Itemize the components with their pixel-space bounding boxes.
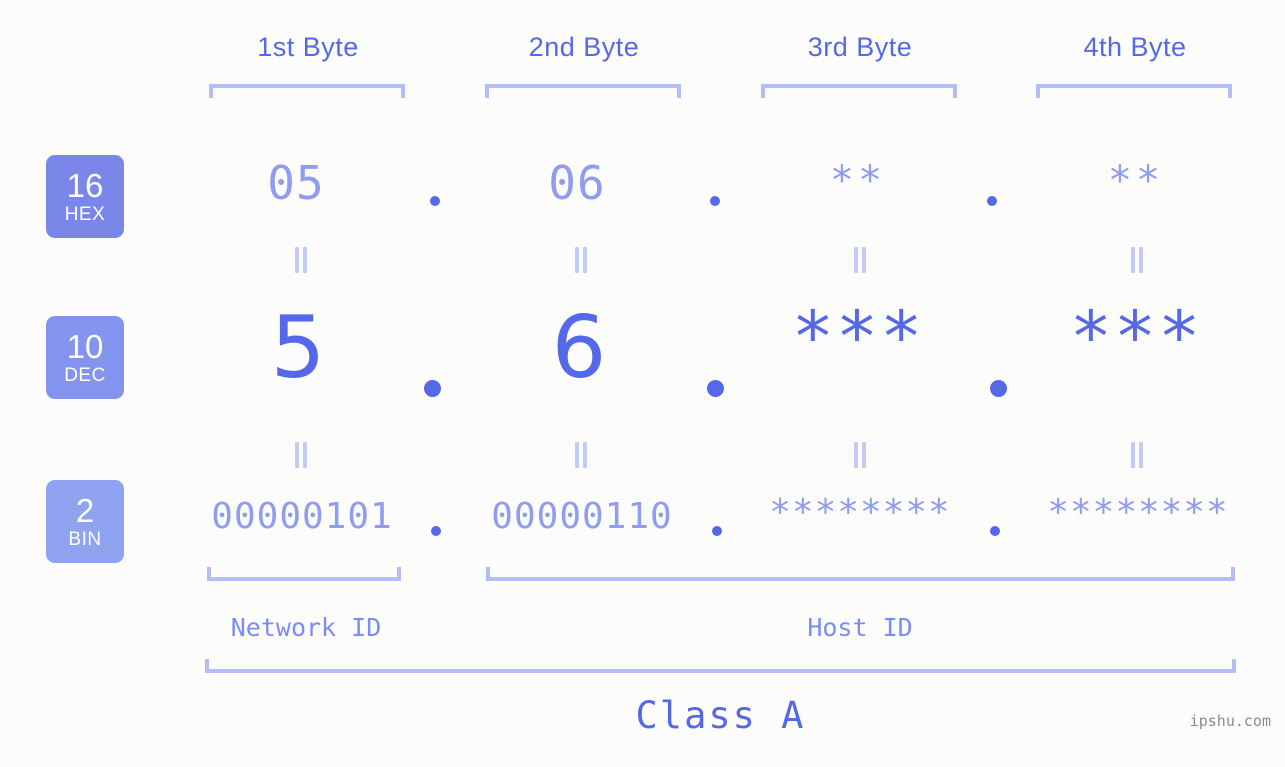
bin-byte-4-value: ******** bbox=[1047, 492, 1229, 533]
base-badge-dec-number: 10 bbox=[66, 328, 104, 365]
byte-bracket-1 bbox=[209, 84, 405, 98]
equals-mark-dec-bin-3 bbox=[851, 442, 869, 468]
dec-separator-dot-3 bbox=[990, 380, 1007, 397]
base-badge-hex-name: HEX bbox=[64, 204, 106, 225]
hex-byte-4-value: ** bbox=[1107, 158, 1165, 204]
equals-mark-dec-bin-1 bbox=[292, 442, 310, 468]
hex-byte-2-value: 06 bbox=[548, 156, 606, 210]
dec-byte-1-value: 5 bbox=[270, 298, 326, 398]
base-badge-dec: 10 DEC bbox=[46, 316, 124, 399]
base-badge-bin-name: BIN bbox=[68, 529, 102, 550]
equals-mark-dec-bin-2 bbox=[572, 442, 590, 468]
dec-byte-2-value: 6 bbox=[551, 298, 607, 398]
base-badge-bin-number: 2 bbox=[75, 492, 95, 529]
network-id-label: Network ID bbox=[230, 613, 382, 642]
equals-mark-hex-dec-3 bbox=[851, 247, 869, 273]
equals-mark-hex-dec-1 bbox=[292, 247, 310, 273]
base-badge-hex-number: 16 bbox=[66, 167, 104, 204]
hex-separator-dot-2 bbox=[710, 196, 720, 206]
equals-mark-dec-bin-4 bbox=[1128, 442, 1146, 468]
bin-byte-3-value: ******** bbox=[769, 492, 951, 533]
dec-separator-dot-2 bbox=[707, 380, 724, 397]
equals-mark-hex-dec-2 bbox=[572, 247, 590, 273]
bin-separator-dot-3 bbox=[990, 526, 1000, 536]
class-bracket bbox=[205, 659, 1236, 673]
hex-byte-3-value: ** bbox=[829, 158, 887, 204]
bin-separator-dot-1 bbox=[431, 526, 441, 536]
byte-header-1: 1st Byte bbox=[257, 32, 359, 62]
base-badge-bin: 2 BIN bbox=[46, 480, 124, 563]
byte-bracket-2 bbox=[485, 84, 681, 98]
byte-bracket-3 bbox=[761, 84, 957, 98]
byte-header-3: 3rd Byte bbox=[807, 32, 913, 62]
hex-separator-dot-1 bbox=[430, 196, 440, 206]
ip-byte-diagram: 1st Byte 2nd Byte 3rd Byte 4th Byte 16 H… bbox=[0, 0, 1285, 767]
bin-byte-2-value: 00000110 bbox=[491, 496, 673, 537]
byte-header-2: 2nd Byte bbox=[528, 32, 640, 62]
dec-byte-3-value: *** bbox=[791, 296, 925, 378]
bin-separator-dot-2 bbox=[712, 526, 722, 536]
watermark: ipshu.com bbox=[1189, 712, 1271, 730]
network-id-bracket bbox=[207, 567, 401, 581]
equals-mark-hex-dec-4 bbox=[1128, 247, 1146, 273]
class-label: Class A bbox=[635, 694, 806, 737]
byte-header-4: 4th Byte bbox=[1083, 32, 1187, 62]
byte-bracket-4 bbox=[1036, 84, 1232, 98]
base-badge-hex: 16 HEX bbox=[46, 155, 124, 238]
hex-separator-dot-3 bbox=[987, 196, 997, 206]
dec-separator-dot-1 bbox=[424, 380, 441, 397]
base-badge-dec-name: DEC bbox=[64, 365, 106, 386]
host-id-label: Host ID bbox=[807, 613, 913, 642]
bin-byte-1-value: 00000101 bbox=[211, 496, 393, 537]
hex-byte-1-value: 05 bbox=[267, 156, 325, 210]
host-id-bracket bbox=[486, 567, 1235, 581]
dec-byte-4-value: *** bbox=[1069, 296, 1203, 378]
